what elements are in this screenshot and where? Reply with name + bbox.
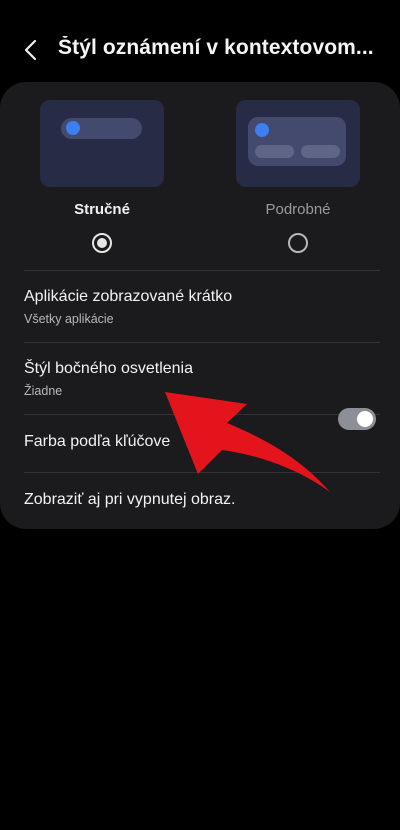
preview-action-pill: [301, 145, 340, 158]
setting-row-edge-lighting[interactable]: Štýl bočného osvetlenia Žiadne: [0, 343, 400, 414]
preview-action-pill: [255, 145, 294, 158]
style-option-detailed[interactable]: Podrobné: [236, 100, 360, 253]
setting-title: Zobraziť aj pri vypnutej obraz.: [24, 491, 236, 508]
setting-row-show-screen-off[interactable]: Zobraziť aj pri vypnutej obraz.: [0, 473, 400, 529]
settings-card: Stručné Podrobné Aplikácie zobrazované k…: [0, 82, 400, 529]
option-label-brief: Stručné: [74, 201, 130, 218]
detailed-preview-image[interactable]: [236, 100, 360, 187]
radio-brief[interactable]: [92, 233, 112, 253]
preview-app-dot-icon: [66, 121, 80, 135]
preview-pill: [61, 118, 142, 139]
setting-title: Štýl bočného osvetlenia: [24, 360, 193, 377]
chevron-left-icon[interactable]: [18, 36, 46, 64]
setting-subtitle: Všetky aplikácie: [24, 312, 114, 326]
preview-box: [248, 117, 346, 166]
setting-subtitle: Žiadne: [24, 384, 63, 398]
toggle-knob: [357, 411, 373, 427]
page-title: Štýl oznámení v kontextovom...: [58, 36, 374, 59]
option-label-detailed: Podrobné: [265, 201, 331, 218]
setting-title: Aplikácie zobrazované krátko: [24, 288, 233, 305]
show-when-screen-off-toggle[interactable]: [338, 408, 376, 430]
style-option-brief[interactable]: Stručné: [40, 100, 164, 253]
radio-detailed[interactable]: [288, 233, 308, 253]
setting-title: Farba podľa kľúčove: [24, 433, 171, 450]
preview-app-dot-icon: [255, 123, 269, 137]
brief-preview-image[interactable]: [40, 100, 164, 187]
setting-row-apps[interactable]: Aplikácie zobrazované krátko Všetky apli…: [0, 271, 400, 342]
